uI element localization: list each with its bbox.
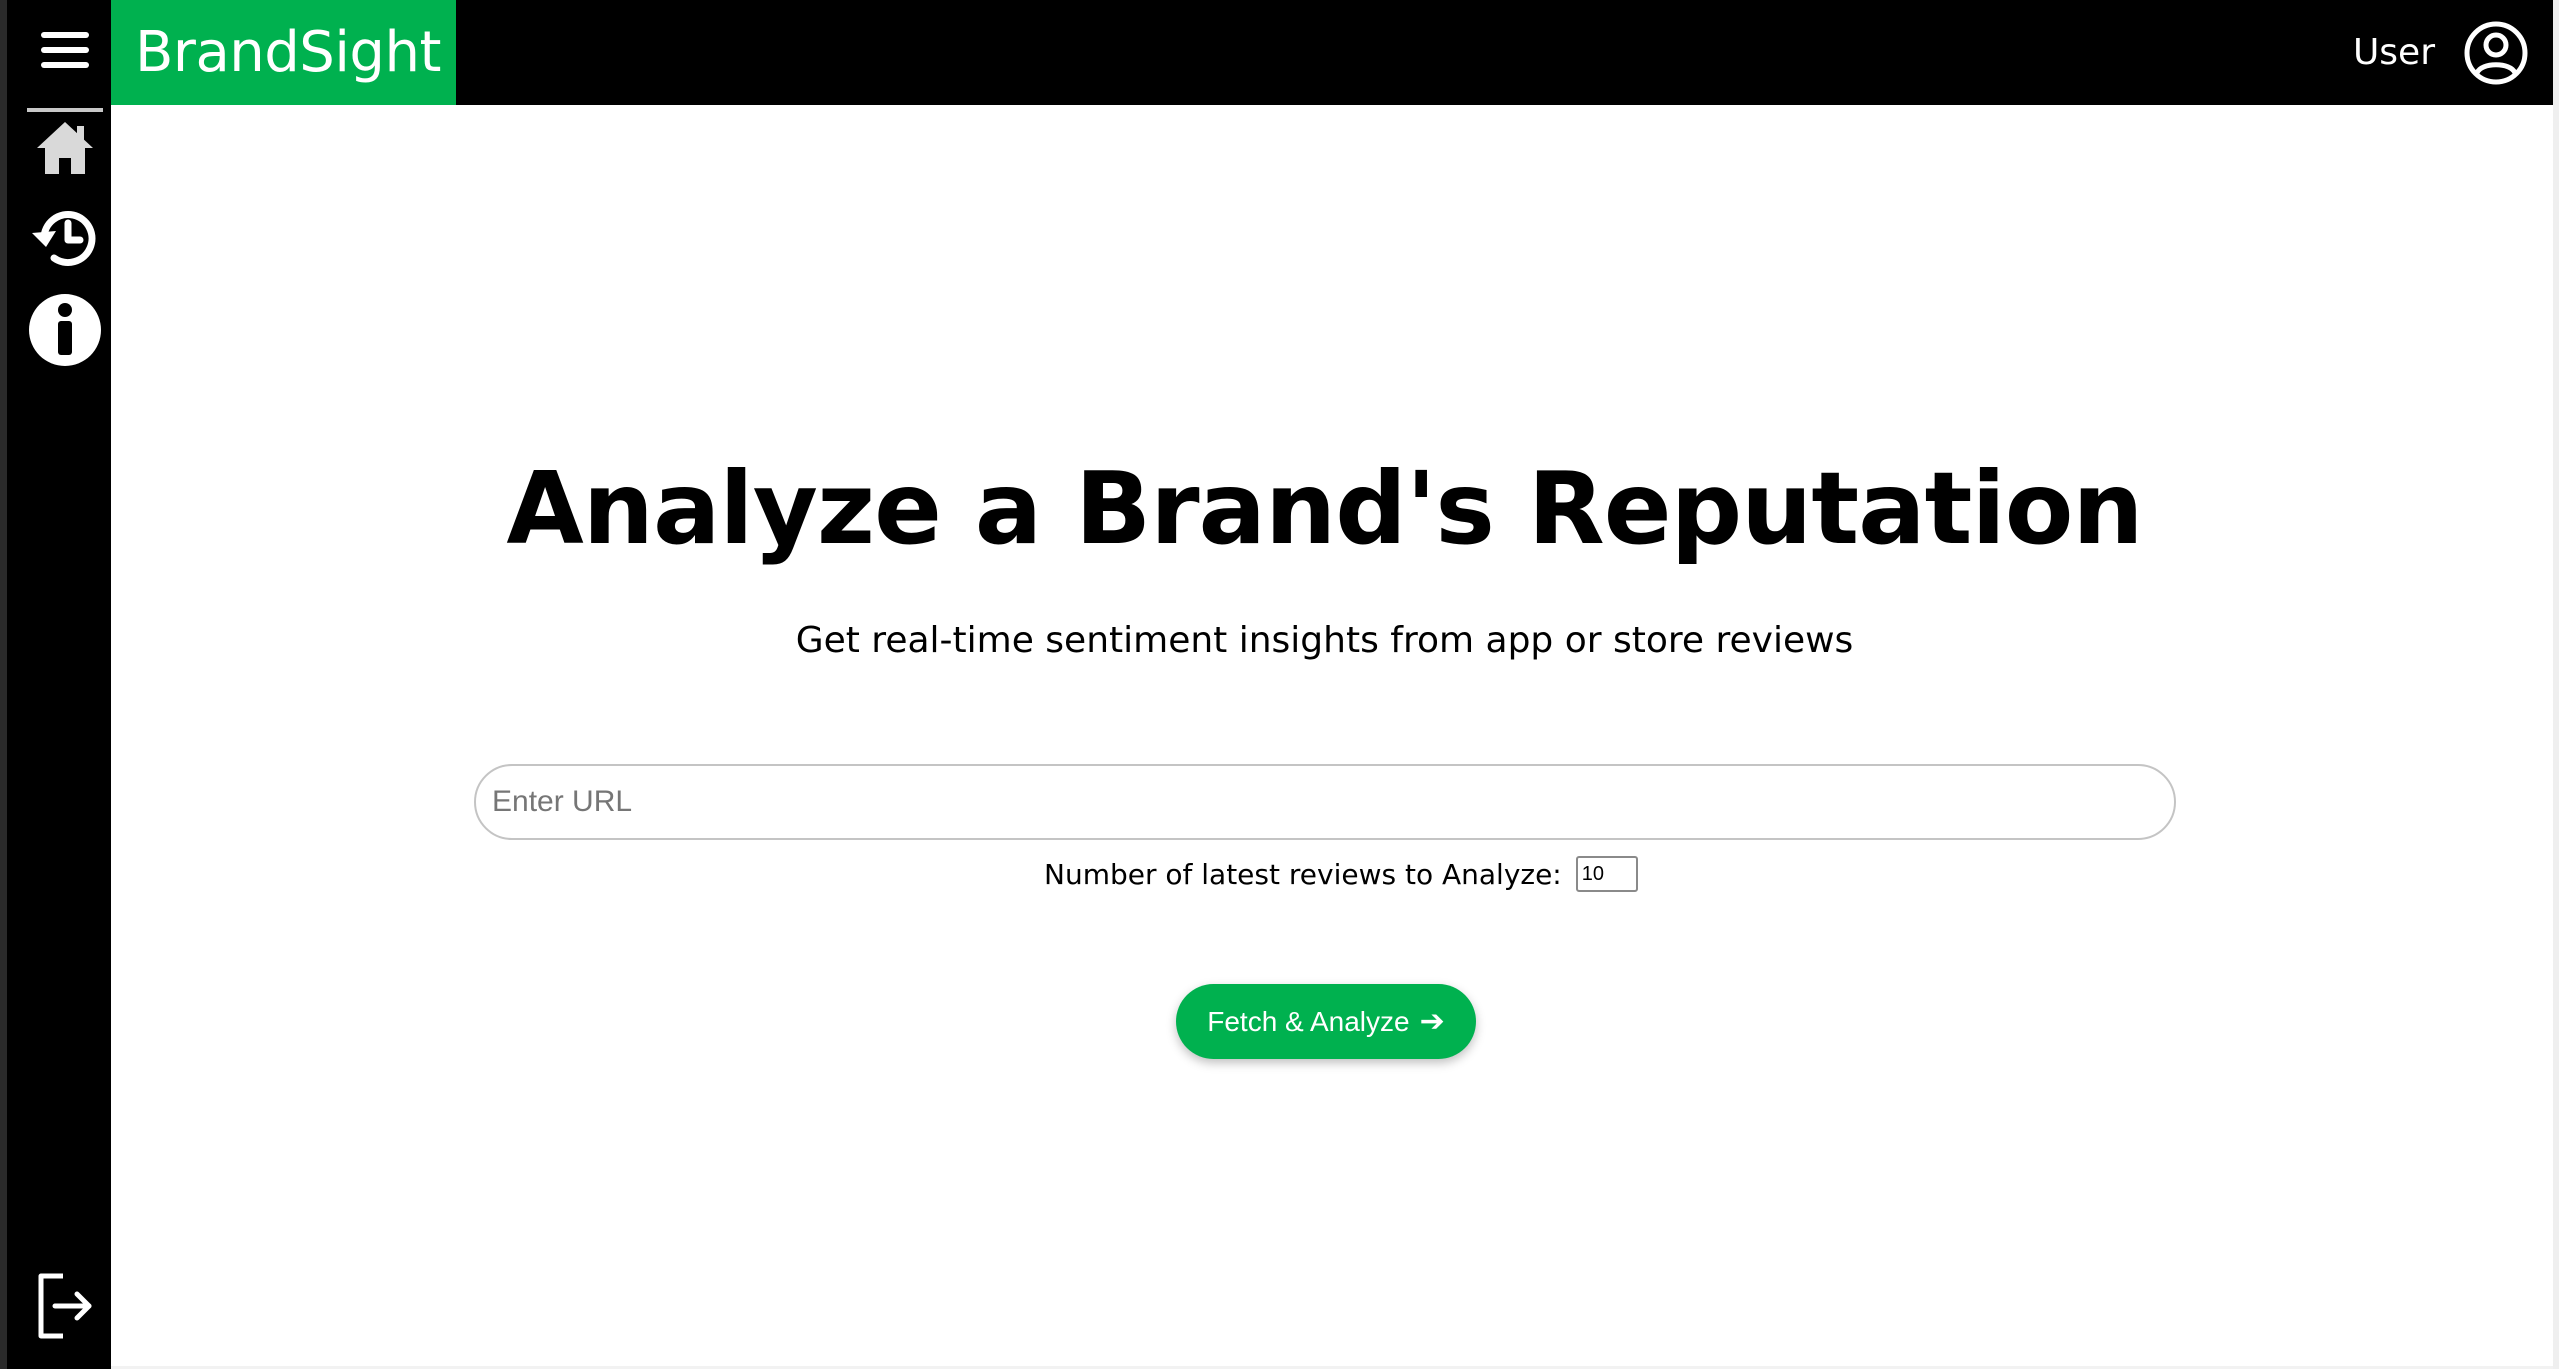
user-label[interactable]: User bbox=[2353, 0, 2435, 105]
user-icon bbox=[2463, 21, 2529, 90]
reviews-count-row: Number of latest reviews to Analyze: bbox=[1044, 854, 1638, 894]
sidebar-item-home[interactable] bbox=[21, 110, 109, 190]
user-avatar-button[interactable] bbox=[2463, 20, 2529, 86]
page-subtitle: Get real-time sentiment insights from ap… bbox=[795, 620, 1854, 661]
arrow-right-icon: ➔ bbox=[1419, 1005, 1445, 1038]
logout-icon bbox=[35, 1272, 95, 1344]
menu-button[interactable] bbox=[21, 12, 109, 92]
window-edge bbox=[2553, 0, 2559, 1369]
sidebar bbox=[0, 0, 111, 1369]
sidebar-item-info[interactable] bbox=[21, 292, 109, 372]
reviews-count-input[interactable] bbox=[1575, 856, 1638, 892]
home-icon bbox=[35, 120, 95, 180]
menu-icon bbox=[39, 28, 91, 76]
fetch-analyze-button[interactable]: Fetch & Analyze ➔ bbox=[1176, 984, 1476, 1059]
app-page: BrandSight User Analyze a Brand's Reputa… bbox=[0, 0, 2559, 1369]
url-input[interactable] bbox=[474, 764, 2176, 840]
sidebar-item-history[interactable] bbox=[21, 200, 109, 280]
brand-logo[interactable]: BrandSight bbox=[111, 0, 456, 105]
page-title: Analyze a Brand's Reputation bbox=[506, 450, 2143, 567]
info-icon bbox=[27, 292, 103, 372]
fetch-analyze-label: Fetch & Analyze bbox=[1207, 1005, 1410, 1037]
reviews-count-label: Number of latest reviews to Analyze: bbox=[1044, 857, 1562, 891]
top-bar: BrandSight User bbox=[111, 0, 2553, 105]
logout-button[interactable] bbox=[21, 1268, 109, 1348]
history-icon bbox=[30, 203, 100, 277]
